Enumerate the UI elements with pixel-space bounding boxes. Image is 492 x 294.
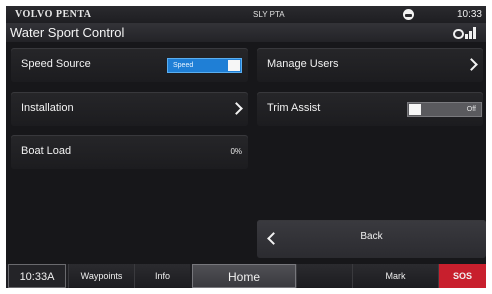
nav-mark-button[interactable]: Mark	[352, 264, 438, 288]
back-button[interactable]: Back	[257, 220, 486, 258]
signal-strength-icon	[453, 26, 479, 39]
toggle-knob	[228, 60, 240, 71]
trim-assist-setting[interactable]: Trim Assist Off	[257, 92, 483, 126]
trim-assist-label: Trim Assist	[267, 102, 321, 114]
boat-load-value: 0%	[230, 147, 242, 156]
boat-load-setting[interactable]: Boat Load 0%	[11, 135, 248, 169]
page-title: Water Sport Control	[10, 25, 125, 40]
display-screen: VOLVO PENTA SLY PTA 10:33 Water Sport Co…	[6, 6, 486, 288]
status-bar: VOLVO PENTA SLY PTA 10:33	[6, 6, 486, 23]
back-label: Back	[360, 231, 383, 242]
bottom-nav: 10:33A Waypoints Info Home Mark SOS	[6, 264, 486, 288]
vessel-name: SLY PTA	[253, 10, 285, 19]
installation-button[interactable]: Installation	[11, 92, 248, 126]
trim-assist-value: Off	[466, 106, 476, 113]
speed-source-setting[interactable]: Speed Source Speed	[11, 48, 248, 82]
toggle-knob	[409, 104, 421, 115]
nav-sos-button[interactable]: SOS	[438, 264, 486, 288]
nav-info-button[interactable]: Info	[134, 264, 190, 288]
speed-source-label: Speed Source	[21, 58, 91, 70]
chevron-right-icon	[230, 102, 243, 115]
speed-source-toggle[interactable]: Speed	[167, 58, 242, 73]
nav-waypoints-button[interactable]: Waypoints	[68, 264, 134, 288]
chevron-right-icon	[465, 58, 478, 71]
trim-assist-toggle[interactable]: Off	[407, 102, 482, 117]
nav-empty-slot	[296, 264, 352, 288]
title-bar: Water Sport Control	[6, 23, 486, 42]
manage-users-button[interactable]: Manage Users	[257, 48, 483, 82]
boat-load-label: Boat Load	[21, 145, 72, 157]
speed-source-value: Speed	[173, 62, 194, 69]
status-clock: 10:33	[456, 9, 482, 20]
nav-time-display[interactable]: 10:33A	[8, 264, 66, 288]
nav-home-button[interactable]: Home	[192, 264, 296, 288]
helm-station-icon	[403, 9, 414, 20]
brand-logo: VOLVO PENTA	[15, 9, 92, 20]
installation-label: Installation	[21, 102, 74, 114]
manage-users-label: Manage Users	[267, 58, 339, 70]
